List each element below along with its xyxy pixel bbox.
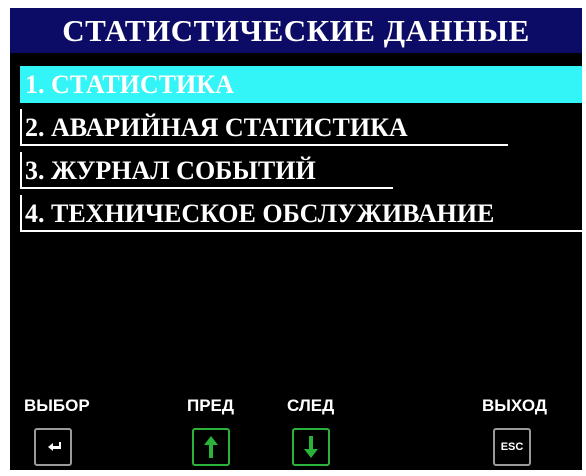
enter-icon — [48, 442, 61, 451]
menu-item-statistics[interactable]: 1. СТАТИСТИКА — [20, 66, 582, 103]
select-button[interactable] — [34, 428, 72, 466]
next-label: СЛЕД — [287, 396, 335, 415]
menu-item-label: 4. ТЕХНИЧЕСКОЕ ОБСЛУЖИВАНИЕ — [25, 199, 495, 228]
arrow-up-icon — [204, 436, 218, 458]
exit-label: ВЫХОД — [482, 396, 547, 415]
hmi-screen: СТАТИСТИЧЕСКИЕ ДАННЫЕ 1. СТАТИСТИКА 2. А… — [10, 8, 582, 470]
menu-item-event-log[interactable]: 3. ЖУРНАЛ СОБЫТИЙ — [20, 152, 393, 189]
page-title: СТАТИСТИЧЕСКИЕ ДАННЫЕ — [10, 8, 582, 53]
next-button[interactable] — [292, 428, 330, 466]
menu-item-alarm-statistics[interactable]: 2. АВАРИЙНАЯ СТАТИСТИКА — [20, 109, 508, 146]
prev-label: ПРЕД — [187, 396, 235, 415]
softkey-bar: ВЫБОР ПРЕД СЛЕД ВЫХОД ESC — [10, 396, 582, 470]
prev-button[interactable] — [192, 428, 230, 466]
esc-icon: ESC — [500, 441, 524, 453]
exit-button[interactable]: ESC — [493, 428, 531, 466]
menu-item-label: 2. АВАРИЙНАЯ СТАТИСТИКА — [25, 113, 408, 142]
select-label: ВЫБОР — [24, 396, 90, 415]
menu-item-label: 3. ЖУРНАЛ СОБЫТИЙ — [25, 156, 316, 185]
arrow-down-icon — [304, 436, 318, 458]
menu-item-label: 1. СТАТИСТИКА — [25, 70, 234, 99]
menu-item-maintenance[interactable]: 4. ТЕХНИЧЕСКОЕ ОБСЛУЖИВАНИЕ — [20, 195, 582, 232]
